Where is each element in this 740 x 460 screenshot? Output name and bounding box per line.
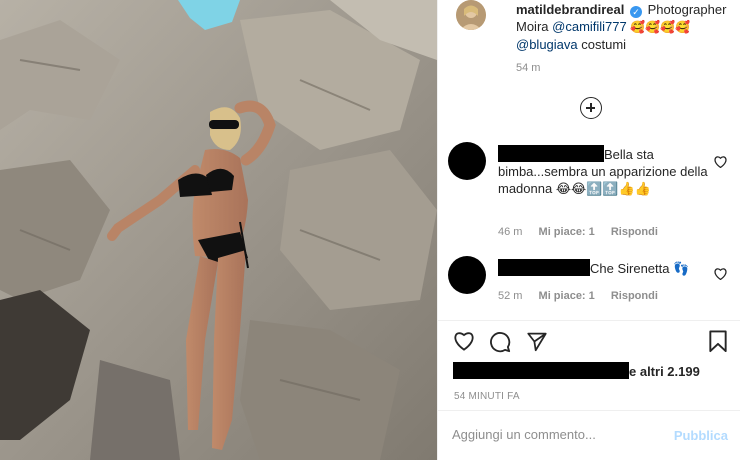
comment-likes[interactable]: Mi piace: 1: [539, 226, 595, 238]
save-bookmark-icon[interactable]: [708, 330, 728, 353]
caption-mention-2[interactable]: @blugiava: [516, 37, 578, 52]
commenter-avatar[interactable]: [448, 256, 486, 294]
redacted-username: [498, 259, 590, 276]
verified-badge-icon: ✓: [630, 6, 642, 18]
comment-meta: 52 m Mi piace: 1 Rispondi: [498, 290, 671, 302]
redacted-username: [498, 145, 604, 162]
publish-button[interactable]: Pubblica: [674, 428, 728, 443]
comment-bubble-icon[interactable]: [489, 331, 511, 353]
likes-text: e altri 2.199: [629, 364, 700, 379]
caption-suffix: costumi: [581, 37, 627, 52]
post-side-panel: matildebrandireal ✓ Photographer Moira @…: [437, 0, 740, 460]
comment-time: 46 m: [498, 226, 523, 238]
comment-text: Che Sirenetta 👣: [590, 261, 690, 276]
comment-meta: 46 m Mi piace: 1 Rispondi: [498, 226, 671, 238]
actions-divider: [438, 320, 740, 321]
caption-word: Photographer: [647, 2, 727, 17]
author-avatar[interactable]: [456, 0, 486, 30]
likes-count[interactable]: e altri 2.199: [453, 362, 700, 380]
add-comment-bar: Pubblica: [438, 410, 740, 460]
comment-body: Che Sirenetta 👣: [498, 259, 708, 277]
redacted-liker: [453, 362, 629, 379]
caption-mention-1[interactable]: @camifili777: [552, 19, 627, 34]
share-paper-plane-icon[interactable]: [526, 331, 548, 352]
plus-circle-icon[interactable]: [580, 97, 602, 119]
heart-outline-icon[interactable]: [714, 268, 727, 280]
comment-time: 52 m: [498, 290, 523, 302]
author-username[interactable]: matildebrandireal: [516, 2, 624, 17]
reply-button[interactable]: Rispondi: [611, 290, 658, 302]
comment-likes[interactable]: Mi piace: 1: [539, 290, 595, 302]
caption-text: matildebrandireal ✓ Photographer Moira @…: [516, 1, 740, 53]
rock-photo-illustration: [0, 0, 437, 460]
commenter-avatar[interactable]: [448, 142, 486, 180]
caption-emojis: 🥰🥰🥰🥰: [630, 20, 691, 34]
caption-prefix: Moira: [516, 19, 549, 34]
post-photo[interactable]: [0, 0, 437, 460]
reply-button[interactable]: Rispondi: [611, 226, 658, 238]
heart-outline-icon[interactable]: [714, 156, 727, 168]
caption-time: 54 m: [516, 62, 541, 74]
post-timestamp[interactable]: 54 MINUTI FA: [454, 391, 520, 402]
like-heart-icon[interactable]: [453, 331, 475, 351]
add-comment-input[interactable]: [452, 427, 652, 442]
comment-body: Bella sta bimba...sembra un apparizione …: [498, 145, 708, 197]
